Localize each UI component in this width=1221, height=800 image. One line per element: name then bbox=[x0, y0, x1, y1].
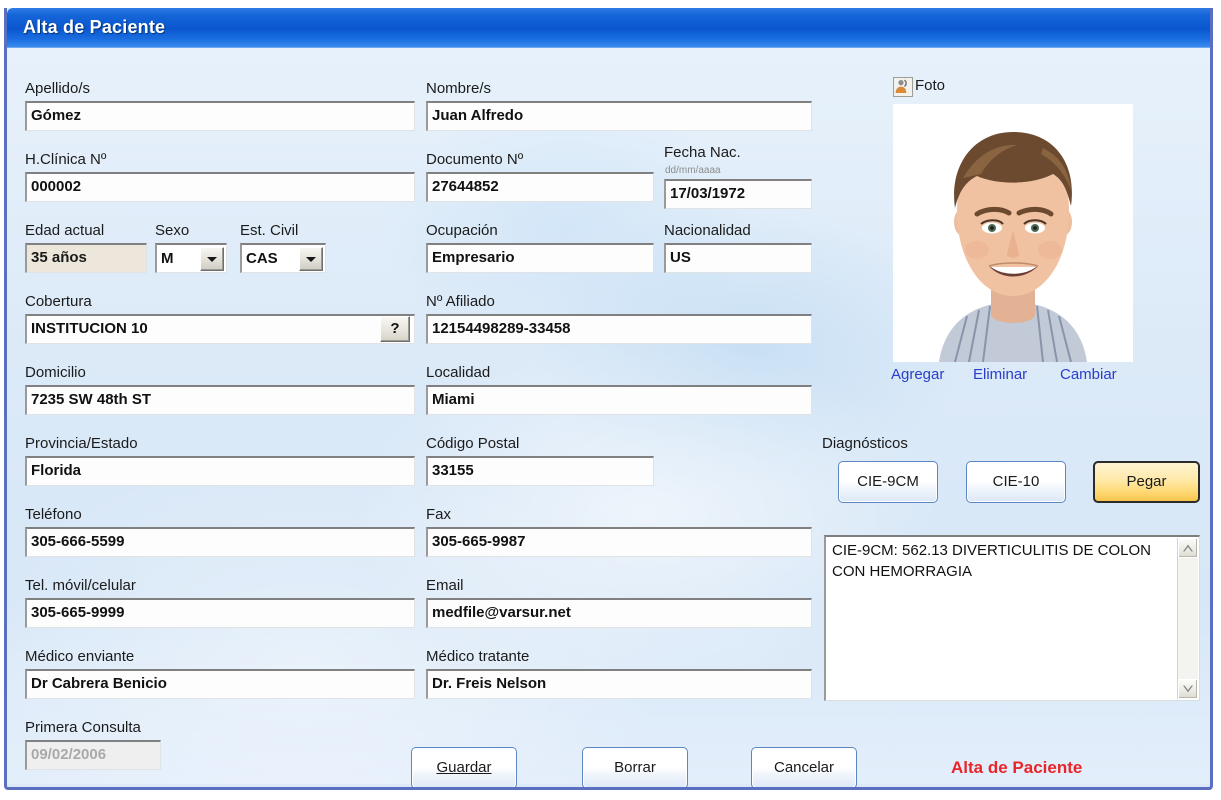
diagnostics-textarea[interactable]: CIE-9CM: 562.13 DIVERTICULITIS DE COLON … bbox=[824, 535, 1200, 701]
save-button[interactable]: Guardar bbox=[411, 747, 517, 787]
label-email: Email bbox=[426, 577, 464, 594]
ocupacion-input[interactable]: Empresario bbox=[426, 243, 654, 273]
label-hclinica: H.Clínica Nº bbox=[25, 151, 107, 168]
localidad-input[interactable]: Miami bbox=[426, 385, 812, 415]
diagnostics-text: CIE-9CM: 562.13 DIVERTICULITIS DE COLON … bbox=[832, 542, 1156, 580]
chevron-down-icon[interactable] bbox=[200, 247, 224, 271]
contact-photo-icon bbox=[893, 77, 913, 97]
documento-input[interactable]: 27644852 bbox=[426, 172, 654, 202]
label-afiliado: Nº Afiliado bbox=[426, 293, 495, 310]
patient-registration-window: Alta de Paciente Apellido/s Gómez Nombre… bbox=[4, 8, 1213, 790]
medico-tratante-input[interactable]: Dr. Freis Nelson bbox=[426, 669, 812, 699]
cobertura-input[interactable]: INSTITUCION 10 bbox=[25, 314, 415, 344]
label-documento: Documento Nº bbox=[426, 151, 524, 168]
label-localidad: Localidad bbox=[426, 364, 491, 381]
clear-button-label: Borrar bbox=[614, 759, 656, 776]
status-badge: Alta de Paciente bbox=[951, 758, 1083, 777]
sexo-select[interactable]: M bbox=[155, 243, 227, 273]
label-fecha-nac: Fecha Nac. bbox=[664, 144, 741, 161]
window-titlebar: Alta de Paciente bbox=[7, 8, 1210, 48]
cie-10-button-label: CIE-10 bbox=[992, 473, 1040, 490]
nacionalidad-input[interactable]: US bbox=[664, 243, 812, 273]
email-input[interactable]: medfile@varsur.net bbox=[426, 598, 812, 628]
label-codigo-postal: Código Postal bbox=[426, 435, 520, 452]
label-cobertura: Cobertura bbox=[25, 293, 92, 310]
form-surface: Apellido/s Gómez Nombre/s Juan Alfredo H… bbox=[7, 48, 1210, 787]
est-civil-value: CAS bbox=[246, 250, 278, 267]
label-apellidos: Apellido/s bbox=[25, 80, 91, 97]
label-sexo: Sexo bbox=[155, 222, 190, 239]
photo-change-link[interactable]: Cambiar bbox=[1060, 366, 1117, 383]
patient-photo[interactable] bbox=[893, 104, 1133, 362]
cie-9cm-button[interactable]: CIE-9CM bbox=[838, 461, 938, 503]
window-title: Alta de Paciente bbox=[23, 17, 166, 37]
label-ocupacion: Ocupación bbox=[426, 222, 498, 239]
label-medico-enviante: Médico enviante bbox=[25, 648, 135, 665]
photo-label: Foto bbox=[915, 77, 946, 94]
scroll-down-icon[interactable] bbox=[1178, 679, 1198, 699]
telefono-input[interactable]: 305-666-5599 bbox=[25, 527, 415, 557]
hclinica-input[interactable]: 000002 bbox=[25, 172, 415, 202]
cancel-button-label: Cancelar bbox=[773, 759, 835, 776]
apellidos-input[interactable]: Gómez bbox=[25, 101, 415, 131]
provincia-input[interactable]: Florida bbox=[25, 456, 415, 486]
medico-enviante-input[interactable]: Dr Cabrera Benicio bbox=[25, 669, 415, 699]
chevron-down-icon[interactable] bbox=[299, 247, 323, 271]
nombres-input[interactable]: Juan Alfredo bbox=[426, 101, 812, 131]
label-nacionalidad: Nacionalidad bbox=[664, 222, 751, 239]
photo-add-link[interactable]: Agregar bbox=[891, 366, 944, 383]
primera-consulta-value: 09/02/2006 bbox=[25, 740, 161, 770]
movil-input[interactable]: 305-665-9999 bbox=[25, 598, 415, 628]
cobertura-help-button[interactable]: ? bbox=[380, 316, 410, 342]
fax-input[interactable]: 305-665-9987 bbox=[426, 527, 812, 557]
label-telefono: Teléfono bbox=[25, 506, 82, 523]
domicilio-input[interactable]: 7235 SW 48th ST bbox=[25, 385, 415, 415]
edad-actual-value: 35 años bbox=[25, 243, 147, 273]
afiliado-input[interactable]: 12154498289-33458 bbox=[426, 314, 812, 344]
label-primera-consulta: Primera Consulta bbox=[25, 719, 141, 736]
paste-button[interactable]: Pegar bbox=[1093, 461, 1200, 503]
fecha-nac-input[interactable]: 17/03/1972 bbox=[664, 179, 812, 209]
save-button-label: Guardar bbox=[436, 759, 492, 776]
sexo-value: M bbox=[161, 250, 174, 267]
label-provincia: Provincia/Estado bbox=[25, 435, 138, 452]
clear-button[interactable]: Borrar bbox=[582, 747, 688, 787]
label-domicilio: Domicilio bbox=[25, 364, 86, 381]
label-edad-actual: Edad actual bbox=[25, 222, 105, 239]
label-diagnosticos: Diagnósticos bbox=[822, 435, 908, 452]
hint-fecha-nac: dd/mm/aaaa bbox=[665, 165, 721, 176]
label-nombres: Nombre/s bbox=[426, 80, 492, 97]
photo-delete-link[interactable]: Eliminar bbox=[973, 366, 1027, 383]
codigo-postal-input[interactable]: 33155 bbox=[426, 456, 654, 486]
label-est-civil: Est. Civil bbox=[240, 222, 299, 239]
paste-button-label: Pegar bbox=[1126, 473, 1167, 490]
cie-9cm-button-label: CIE-9CM bbox=[857, 473, 919, 490]
label-medico-tratante: Médico tratante bbox=[426, 648, 530, 665]
scroll-up-icon[interactable] bbox=[1178, 538, 1198, 558]
est-civil-select[interactable]: CAS bbox=[240, 243, 326, 273]
label-movil: Tel. móvil/celular bbox=[25, 577, 136, 594]
label-fax: Fax bbox=[426, 506, 452, 523]
diagnostics-scrollbar[interactable] bbox=[1177, 538, 1198, 699]
cancel-button[interactable]: Cancelar bbox=[751, 747, 857, 787]
cie-10-button[interactable]: CIE-10 bbox=[966, 461, 1066, 503]
